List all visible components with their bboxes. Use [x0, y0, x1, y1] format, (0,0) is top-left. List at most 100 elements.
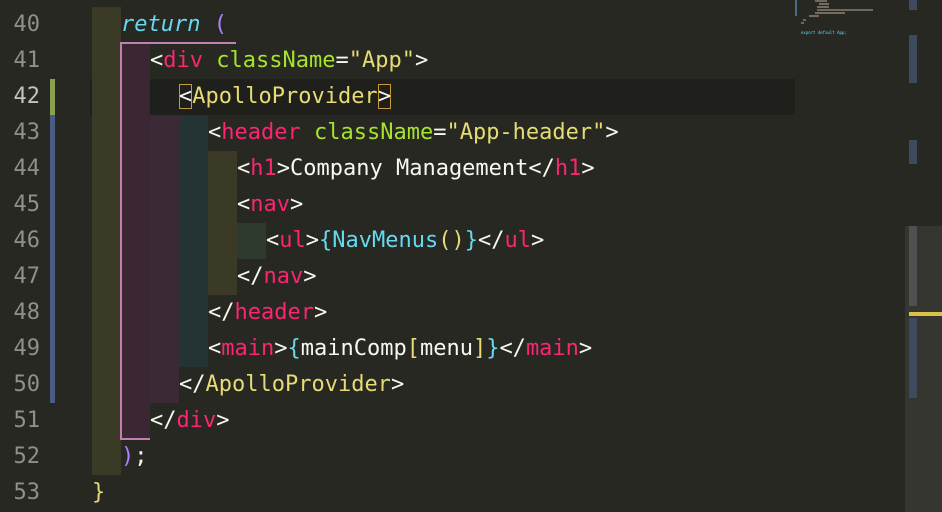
- line-number: 45: [13, 192, 41, 217]
- open-paren: (: [213, 12, 227, 37]
- code-line[interactable]: <nav>: [237, 187, 303, 223]
- overview-ruler-marker: [909, 0, 917, 10]
- tag-name: nav: [250, 192, 290, 217]
- tag-bracket: <: [266, 228, 280, 253]
- minimap-line: [801, 22, 804, 24]
- code-line[interactable]: </ApolloProvider>: [179, 367, 404, 403]
- overview-ruler-marker: [909, 140, 917, 164]
- code-line[interactable]: );: [121, 439, 148, 475]
- code-line[interactable]: <main>{mainComp[menu]}</main>: [208, 331, 592, 367]
- code-line[interactable]: <h1>Company Management</h1>: [237, 151, 595, 187]
- tag-name: nav: [263, 264, 304, 289]
- code-line[interactable]: <div className="App">: [150, 43, 428, 79]
- tag-bracket: </: [528, 156, 555, 181]
- tag-bracket: </: [179, 372, 206, 397]
- minimap-line: [815, 0, 827, 2]
- component-name: ApolloProvider: [205, 372, 391, 397]
- tag-name: h1: [250, 156, 277, 181]
- tag-bracket: </: [150, 408, 177, 433]
- tag-name: main: [221, 336, 275, 361]
- cursor-position-marker: [909, 312, 942, 316]
- index-bracket: ]: [472, 336, 487, 361]
- tag-bracket: </: [237, 264, 264, 289]
- line-number: 43: [13, 120, 41, 145]
- jsx-brace: {: [319, 228, 333, 253]
- overview-ruler-marker: [909, 318, 917, 398]
- tag-name: main: [525, 336, 579, 361]
- overview-ruler-marker: [909, 35, 917, 83]
- code-line[interactable]: </header>: [208, 295, 327, 331]
- indent-guide-block: [208, 151, 237, 295]
- code-line[interactable]: <header className="App-header">: [208, 115, 619, 151]
- git-added-marker: [50, 79, 55, 115]
- tag-bracket: >: [305, 228, 319, 253]
- attribute-name: className: [216, 48, 336, 73]
- tag-name: ul: [504, 228, 531, 253]
- tag-bracket: <: [237, 156, 251, 181]
- close-brace: }: [92, 480, 106, 505]
- vertical-scrollbar[interactable]: [905, 0, 942, 512]
- tag-name: header: [234, 300, 314, 325]
- minimap-text: export default App;: [801, 30, 847, 35]
- code-editor[interactable]: 40 41 42 43 44 45 46 47 48 49 50 51 52 5…: [0, 0, 795, 512]
- indent-guide-block: [179, 115, 208, 367]
- indent-guide-block: [121, 43, 150, 439]
- line-number: 49: [13, 336, 41, 361]
- semicolon: ;: [134, 444, 148, 469]
- tag-bracket: <: [237, 192, 251, 217]
- tag-bracket: >: [414, 48, 429, 73]
- minimap-line: [819, 3, 829, 5]
- variable: menu: [419, 336, 473, 361]
- code-line[interactable]: <ul>{NavMenus()}</ul>: [266, 223, 544, 259]
- code-line[interactable]: </nav>: [237, 259, 317, 295]
- component-name: ApolloProvider: [192, 84, 378, 109]
- tag-bracket: <: [150, 48, 164, 73]
- code-line[interactable]: <ApolloProvider>: [179, 79, 391, 115]
- attribute-value: "App": [348, 48, 415, 73]
- line-number: 48: [13, 300, 41, 325]
- jsx-text: Company Management: [290, 156, 529, 181]
- jsx-brace: {: [287, 336, 301, 361]
- tag-bracket: >: [605, 120, 619, 145]
- keyword-return: return: [121, 12, 201, 37]
- tag-bracket: >: [216, 408, 230, 433]
- attribute-value: "App-header": [446, 120, 606, 145]
- line-number-active: 42: [13, 84, 41, 109]
- minimap-line: [815, 12, 845, 14]
- minimap-line: [809, 15, 819, 17]
- tag-bracket: <: [208, 120, 222, 145]
- matched-bracket: >: [377, 84, 391, 109]
- tag-bracket: >: [578, 336, 593, 361]
- tag-bracket: >: [303, 264, 317, 289]
- line-number: 44: [13, 156, 41, 181]
- tag-bracket: >: [290, 192, 304, 217]
- call-paren: ): [451, 228, 465, 253]
- active-indent-guide: [120, 43, 122, 439]
- overview-ruler-marker: [909, 226, 917, 306]
- tag-name: ul: [279, 228, 306, 253]
- tag-bracket: >: [274, 336, 288, 361]
- minimap[interactable]: export default App;: [795, 0, 905, 512]
- function-call: NavMenus: [332, 228, 439, 253]
- call-paren: (: [438, 228, 452, 253]
- tag-name: div: [176, 408, 217, 433]
- tag-bracket: <: [208, 336, 222, 361]
- tag-bracket: >: [313, 300, 328, 325]
- code-line[interactable]: </div>: [150, 403, 230, 439]
- code-line[interactable]: return (: [121, 7, 227, 43]
- tag-bracket: </: [477, 228, 505, 253]
- attribute-name: className: [313, 120, 434, 145]
- tag-name: h1: [554, 156, 582, 181]
- line-number: 50: [13, 372, 41, 397]
- minimap-line: [817, 9, 873, 11]
- tag-name: header: [221, 120, 301, 145]
- tag-bracket: </: [208, 300, 235, 325]
- variable: mainComp: [300, 336, 407, 361]
- equals: =: [433, 120, 447, 145]
- tag-bracket: >: [276, 156, 290, 181]
- code-line[interactable]: }: [92, 475, 105, 511]
- git-modified-marker: [50, 115, 55, 403]
